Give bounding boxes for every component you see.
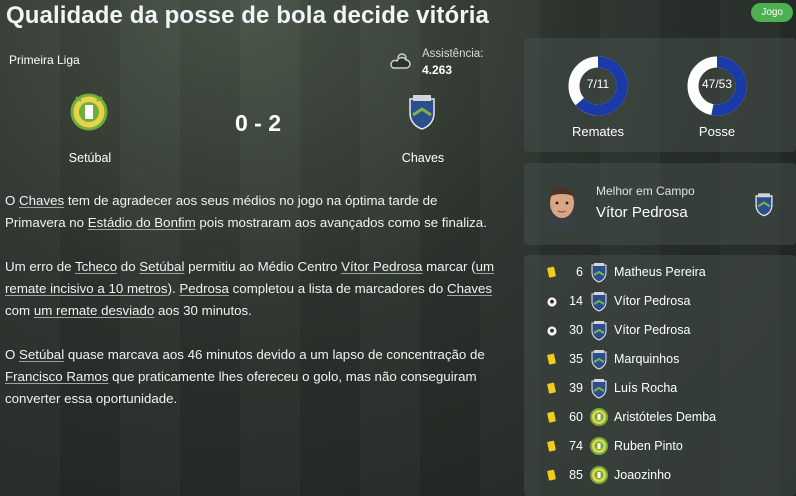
match-report-section: Primeira Liga Assistência: 4.263 0 - 2 S… (0, 38, 512, 496)
event-row[interactable]: 39 Luís Rocha (524, 375, 796, 404)
report-text: O (5, 347, 20, 362)
report-text: aos 30 minutos. (154, 303, 252, 318)
chaves-crest-icon[interactable] (590, 262, 608, 283)
event-row[interactable]: 14 Vítor Pedrosa (524, 288, 796, 317)
report-link[interactable]: Setúbal (139, 259, 184, 274)
report-link[interactable]: Francisco Ramos (5, 369, 108, 384)
match-events-panel: 6 Matheus Pereira 14 Vítor Pedrosa 30 Vítor P… (524, 255, 796, 496)
report-link[interactable]: Pedrosa (179, 281, 229, 296)
report-text: Um erro de (5, 259, 75, 274)
event-row[interactable]: 35 Marquinhos (524, 346, 796, 375)
report-paragraph-2: Um erro de Tcheco do Setúbal permitiu ao… (5, 256, 500, 322)
report-link[interactable]: Setúbal (19, 347, 64, 362)
attendance-value: 4.263 (422, 63, 453, 77)
event-minute: 14 (569, 294, 583, 308)
home-team-name[interactable]: Setúbal (45, 151, 135, 165)
competition-name[interactable]: Primeira Liga (9, 53, 80, 67)
event-minute: 85 (569, 468, 583, 482)
cloud-icon (390, 53, 411, 69)
event-minute: 74 (569, 439, 583, 453)
chaves-crest-icon[interactable] (590, 291, 608, 312)
report-paragraph-1: O Chaves tem de agradecer aos seus médio… (5, 190, 500, 234)
setubal-crest-icon[interactable] (590, 407, 608, 428)
event-row[interactable]: 74 Ruben Pinto (524, 433, 796, 462)
report-text: do (117, 259, 140, 274)
possession-label: Posse (698, 124, 736, 139)
shots-value: 7/11 (586, 77, 610, 91)
report-text: quase marcava aos 46 minutos devido a um… (64, 347, 485, 362)
chaves-crest-icon[interactable] (590, 349, 608, 370)
report-link[interactable]: Estádio do Bonfim (88, 215, 196, 230)
report-link[interactable]: Tcheco (75, 259, 117, 274)
report-link[interactable]: um remate desviado (34, 303, 154, 318)
mvp-name[interactable]: Vítor Pedrosa (596, 204, 688, 221)
event-row[interactable]: 6 Matheus Pereira (524, 259, 796, 288)
event-player-name[interactable]: Luís Rocha (614, 381, 677, 395)
player-avatar (548, 188, 576, 229)
report-paragraph-3: O Setúbal quase marcava aos 46 minutos d… (5, 344, 500, 410)
report-text: marcar ( (422, 259, 476, 274)
event-minute: 30 (569, 323, 583, 337)
event-minute: 60 (569, 410, 583, 424)
event-minute: 35 (569, 352, 583, 366)
report-link[interactable]: Chaves (19, 193, 64, 208)
away-team-name[interactable]: Chaves (378, 151, 468, 165)
event-player-name[interactable]: Ruben Pinto (614, 439, 683, 453)
event-player-name[interactable]: Joaozinho (614, 468, 671, 482)
setubal-crest-icon[interactable] (590, 465, 608, 486)
event-player-name[interactable]: Marquinhos (614, 352, 679, 366)
event-player-name[interactable]: Aristóteles Demba (614, 410, 716, 424)
event-row[interactable]: 85 Joaozinho (524, 462, 796, 491)
chaves-crest-icon[interactable] (590, 320, 608, 341)
report-text: O (5, 193, 20, 208)
event-player-name[interactable]: Vítor Pedrosa (614, 294, 690, 308)
report-text: permitiu ao Médio Centro (184, 259, 342, 274)
setubal-crest-icon[interactable] (590, 436, 608, 457)
event-minute: 39 (569, 381, 583, 395)
possession-value: 47/53 (701, 77, 733, 91)
chaves-crest-icon[interactable] (407, 93, 437, 131)
chaves-crest-icon (755, 193, 773, 217)
event-player-name[interactable]: Vítor Pedrosa (614, 323, 690, 337)
page-title: Qualidade da posse de bola decide vitóri… (6, 2, 489, 29)
report-link[interactable]: Chaves (447, 281, 492, 296)
match-badge[interactable]: Jogo (751, 3, 793, 22)
match-stats-panel: 7/11 Remates 47/53 Posse (524, 38, 796, 152)
event-player-name[interactable]: Matheus Pereira (614, 265, 706, 279)
event-row[interactable]: 60 Aristóteles Demba (524, 404, 796, 433)
shots-label: Remates (571, 124, 625, 139)
score: 0 - 2 (234, 110, 282, 136)
report-text: completou a lista de marcadores do (228, 281, 447, 296)
report-link[interactable]: Vítor Pedrosa (341, 259, 422, 274)
event-minute: 6 (576, 265, 583, 279)
man-of-the-match-panel[interactable]: Melhor em Campo Vítor Pedrosa (524, 163, 796, 245)
event-row[interactable]: 30 Vítor Pedrosa (524, 317, 796, 346)
chaves-crest-icon[interactable] (590, 378, 608, 399)
report-text: com (5, 303, 34, 318)
attendance-label: Assistência: (422, 48, 484, 60)
report-text: ). (167, 281, 180, 296)
mvp-label: Melhor em Campo (596, 184, 695, 198)
match-report-text: O Chaves tem de agradecer aos seus médio… (5, 190, 500, 432)
report-text: pois mostraram aos avançados como se fin… (195, 215, 487, 230)
setubal-crest-icon[interactable] (70, 92, 108, 132)
